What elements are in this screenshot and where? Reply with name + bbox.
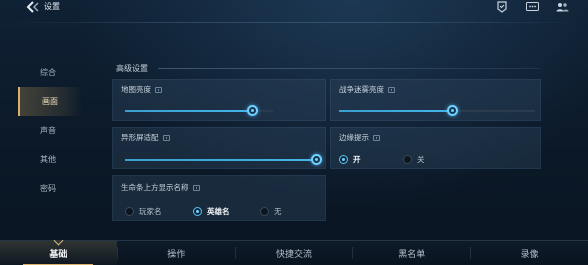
notch-adapt-label: 异形屏适配 [121,133,159,142]
name-display-card: 生命条上方显示名称 玩家名 英雄名 无 [112,175,326,221]
info-icon[interactable] [192,184,200,191]
section-divider [158,68,540,69]
page-title: 设置 [44,2,60,11]
notch-adapt-card: 异形屏适配 [112,127,326,169]
sidebar-item-sound[interactable]: 声音 [18,116,82,145]
friends-icon[interactable] [554,1,570,13]
radio-indicator [260,207,269,216]
slider-thumb[interactable] [447,105,459,116]
slider-fill [125,159,316,161]
hero-name-radio[interactable]: 英雄名 [193,206,260,217]
slider-thumb[interactable] [246,105,258,116]
back-button[interactable]: 设置 [26,0,60,13]
name-display-options: 玩家名 英雄名 无 [125,206,282,217]
edge-hint-on-radio[interactable]: 开 [339,154,403,165]
bottom-nav: 基础 操作 快捷交流 黑名单 录像 [0,240,588,265]
tab-blacklist[interactable]: 黑名单 [353,241,470,265]
tab-replay[interactable]: 录像 [471,241,588,265]
section-title: 高级设置 [116,64,148,73]
info-icon[interactable] [162,134,170,141]
back-arrow-icon [26,0,40,13]
sidebar: 综合 画面 声音 其他 密码 [18,58,82,203]
sidebar-item-other[interactable]: 其他 [18,145,82,174]
sidebar-item-general[interactable]: 综合 [18,58,82,87]
badge-icon[interactable] [494,1,510,13]
radio-indicator [193,207,202,216]
player-name-radio[interactable]: 玩家名 [125,206,193,217]
tab-basic[interactable]: 基础 [0,241,117,265]
edge-hint-options: 开 关 [339,154,425,165]
sidebar-item-display[interactable]: 画面 [18,87,82,116]
fog-brightness-card: 战争迷雾亮度 [330,79,541,121]
slider-thumb[interactable] [310,154,322,165]
fog-brightness-label: 战争迷雾亮度 [339,85,384,94]
tab-controls[interactable]: 操作 [118,241,235,265]
radio-indicator [125,207,134,216]
radio-indicator [403,155,412,164]
info-icon[interactable] [155,86,162,93]
radio-indicator [339,155,348,164]
top-divider [0,22,588,23]
edge-hint-card: 边缘提示 开 关 [330,127,541,169]
top-bar: 设置 [0,0,588,22]
sidebar-item-password[interactable]: 密码 [18,174,82,203]
edge-hint-label: 边缘提示 [339,133,369,142]
slider-fill [125,110,253,112]
edge-hint-off-radio[interactable]: 关 [403,154,425,165]
map-brightness-card: 地图亮度 [112,79,326,121]
info-icon[interactable] [388,86,395,93]
info-icon[interactable] [373,134,380,141]
tab-quick-chat[interactable]: 快捷交流 [236,241,353,265]
none-radio[interactable]: 无 [260,206,282,217]
name-display-label: 生命条上方显示名称 [121,183,189,192]
slider-fill [339,110,453,112]
map-brightness-label: 地图亮度 [121,85,151,94]
notch-adapt-slider[interactable] [125,154,322,165]
map-brightness-slider[interactable] [125,105,273,116]
fog-brightness-slider[interactable] [339,105,535,116]
chat-icon[interactable] [524,1,540,13]
